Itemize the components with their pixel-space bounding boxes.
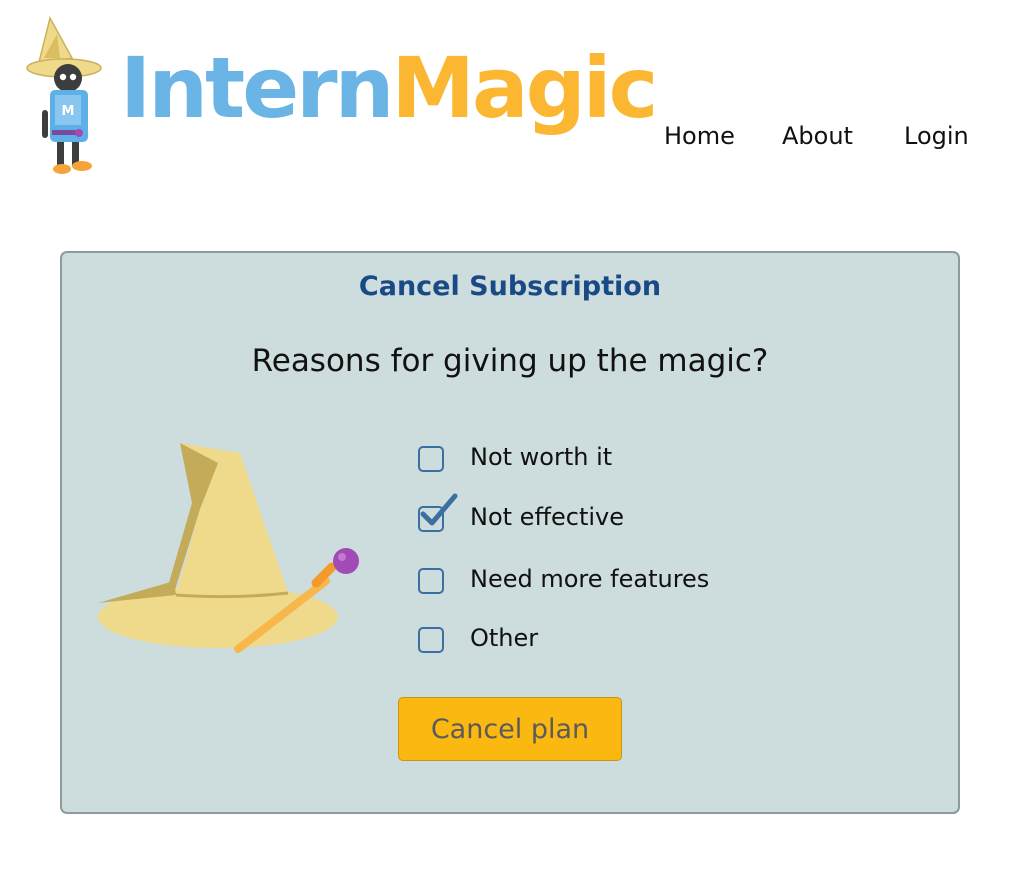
- svg-text:M: M: [62, 104, 75, 119]
- logo-text-intern: Intern: [120, 39, 394, 137]
- page: M InternMagic Home About Login Cancel Su…: [0, 0, 1024, 887]
- logo-text-magic: Magic: [391, 39, 658, 137]
- checkbox-not-worth-it[interactable]: [418, 446, 444, 472]
- wizard-mascot-icon: M: [26, 15, 102, 174]
- wizard-hat-wand-icon: [98, 443, 359, 653]
- nav-about-link[interactable]: About: [782, 122, 853, 150]
- option-label: Not effective: [470, 503, 624, 531]
- logo-wordmark: InternMagic: [120, 46, 658, 130]
- cancel-subscription-card: Cancel Subscription Reasons for giving u…: [60, 251, 960, 814]
- option-label: Need more features: [470, 565, 710, 593]
- reasons-question: Reasons for giving up the magic?: [251, 343, 769, 379]
- checkbox-need-more-features[interactable]: [418, 568, 444, 594]
- option-label: Not worth it: [470, 443, 613, 471]
- option-label: Other: [470, 624, 539, 652]
- checkmark-icon: [420, 493, 458, 526]
- nav-login-link[interactable]: Login: [904, 122, 969, 150]
- nav-home-link[interactable]: Home: [664, 122, 735, 150]
- card-title: Cancel Subscription: [358, 271, 662, 302]
- cancel-plan-button[interactable]: Cancel plan: [398, 697, 622, 761]
- checkbox-other[interactable]: [418, 627, 444, 653]
